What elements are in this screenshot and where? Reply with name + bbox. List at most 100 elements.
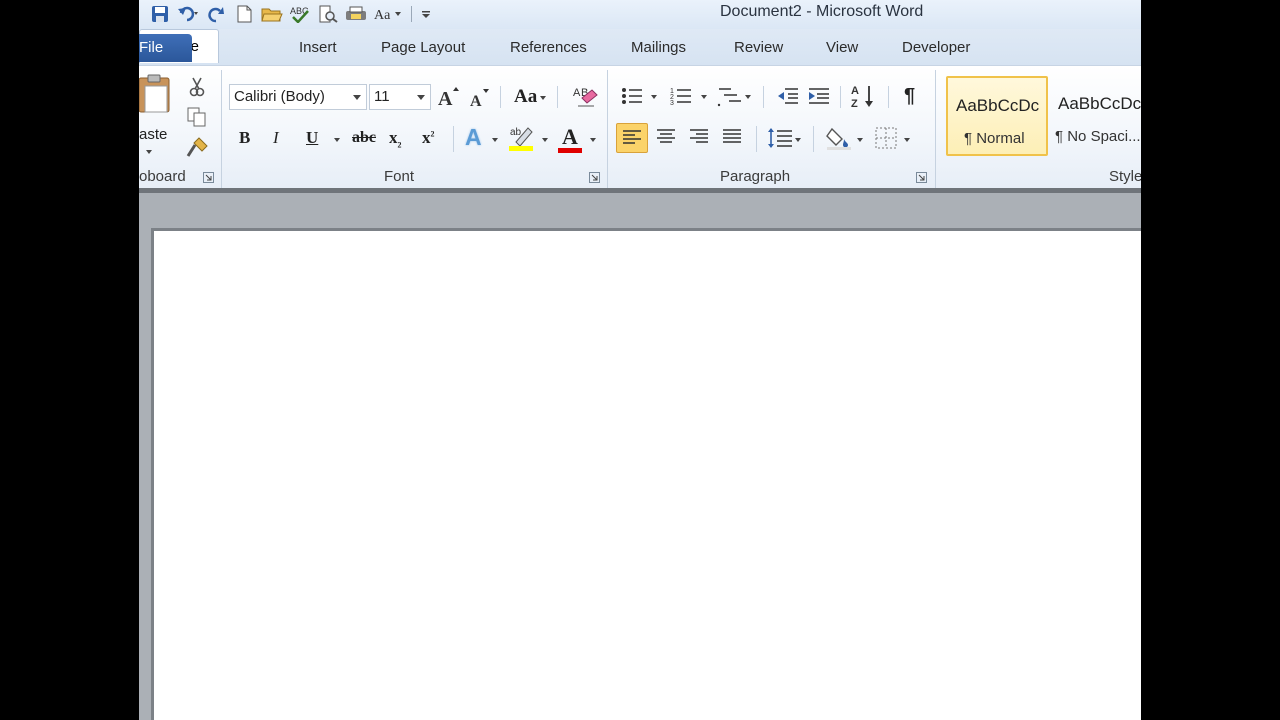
document-area (139, 188, 1141, 720)
line-spacing-icon[interactable] (766, 124, 794, 152)
paragraph-launcher-icon[interactable] (916, 172, 927, 183)
tab-view[interactable]: View (826, 39, 858, 56)
ribbon-home: aste oboard Calibri (Body) 11 A A Aa A B… (139, 65, 1141, 188)
title-bar: ABC Aa Document2 - Microsoft Word (139, 0, 1141, 29)
tab-developer[interactable]: Developer (902, 39, 970, 56)
bullets-icon[interactable] (620, 84, 644, 108)
spelling-icon[interactable]: ABC (289, 3, 311, 25)
clipboard-launcher-icon[interactable] (203, 172, 214, 183)
tab-file[interactable]: File (139, 34, 192, 62)
font-name-dropdown-arrow[interactable] (353, 95, 361, 100)
strikethrough-button[interactable]: abc (352, 129, 376, 147)
toolbar-separator (557, 86, 558, 108)
align-center-icon[interactable] (653, 124, 679, 150)
ribbon-tabs: File Home Insert Page Layout References … (139, 29, 1141, 65)
paste-icon[interactable] (139, 74, 173, 114)
clear-formatting-icon[interactable]: AB (572, 84, 598, 110)
styles-group-label: Style (1109, 168, 1141, 185)
tab-review[interactable]: Review (734, 39, 783, 56)
open-icon[interactable] (261, 3, 283, 25)
underline-button[interactable]: U (306, 128, 318, 148)
change-case-dropdown-arrow[interactable] (540, 96, 546, 100)
svg-text:A: A (573, 87, 581, 99)
superscript-label: x (422, 128, 431, 147)
sort-icon[interactable]: AZ (850, 82, 878, 110)
text-effects-dropdown-arrow[interactable] (492, 138, 498, 142)
style-sample: AaBbCcDc (1058, 94, 1141, 113)
shading-icon[interactable] (825, 124, 853, 152)
svg-text:A: A (438, 88, 453, 109)
numbering-dropdown-arrow[interactable] (701, 95, 707, 99)
align-left-button[interactable] (616, 123, 648, 153)
decrease-indent-icon[interactable] (776, 84, 800, 108)
document-page[interactable] (151, 228, 1141, 720)
style-name: ¶ No Spaci... (1055, 128, 1141, 145)
tab-mailings[interactable]: Mailings (631, 39, 686, 56)
superscript-button[interactable]: x2 (422, 128, 435, 148)
customize-icon[interactable] (420, 3, 432, 25)
grow-font-icon[interactable]: A (435, 84, 461, 110)
change-case-button[interactable]: Aa (514, 86, 537, 108)
italic-button[interactable]: I (273, 128, 279, 148)
show-hide-button[interactable]: ¶ (904, 85, 915, 108)
font-size-dropdown-arrow[interactable] (417, 95, 425, 100)
underline-dropdown-arrow[interactable] (334, 138, 340, 142)
increase-indent-icon[interactable] (807, 84, 831, 108)
cut-icon[interactable] (186, 76, 208, 98)
toolbar-separator (756, 126, 757, 152)
subscript-mark: 2 (397, 140, 402, 150)
save-icon[interactable] (149, 3, 171, 25)
group-separator (607, 70, 608, 188)
style-no-spacing[interactable]: AaBbCcDc ¶ No Spaci... (1050, 76, 1141, 156)
toolbar-separator (888, 86, 889, 108)
tab-page-layout[interactable]: Page Layout (381, 39, 465, 56)
borders-dropdown-arrow[interactable] (904, 138, 910, 142)
tab-references[interactable]: References (510, 39, 587, 56)
format-painter-icon[interactable] (185, 136, 209, 160)
quick-print-icon[interactable] (345, 3, 367, 25)
subscript-button[interactable]: x2 (389, 128, 402, 149)
svg-text:ab: ab (510, 127, 522, 138)
bullets-dropdown-arrow[interactable] (651, 95, 657, 99)
bold-button[interactable]: B (239, 128, 250, 148)
redo-icon[interactable] (205, 3, 227, 25)
tab-insert[interactable]: Insert (299, 39, 337, 56)
undo-icon[interactable] (177, 3, 199, 25)
justify-icon[interactable] (719, 124, 745, 150)
svg-text:Aa: Aa (374, 8, 391, 23)
multilevel-list-dropdown-arrow[interactable] (745, 95, 751, 99)
toolbar-separator (813, 126, 814, 152)
style-normal[interactable]: AaBbCcDc ¶ Normal (946, 76, 1048, 156)
shading-dropdown-arrow[interactable] (857, 138, 863, 142)
copy-icon[interactable] (185, 106, 209, 128)
align-right-icon[interactable] (686, 124, 712, 150)
numbering-icon[interactable]: 123 (669, 84, 693, 108)
highlight-dropdown-arrow[interactable] (542, 138, 548, 142)
quick-access-toolbar: ABC Aa (149, 2, 432, 26)
toolbar-separator (500, 86, 501, 108)
tab-file-label: File (139, 39, 164, 56)
font-color-button[interactable]: A (562, 124, 578, 150)
superscript-mark: 2 (430, 129, 435, 139)
subscript-label: x (389, 128, 398, 147)
font-icon[interactable]: Aa (373, 3, 403, 25)
paste-dropdown-arrow[interactable] (146, 150, 152, 154)
font-launcher-icon[interactable] (589, 172, 600, 183)
style-name: ¶ Normal (964, 130, 1025, 147)
font-color-bar (558, 148, 582, 153)
paste-button[interactable]: aste (139, 126, 167, 143)
font-group-label: Font (384, 168, 415, 185)
svg-text:A: A (851, 85, 859, 97)
new-document-icon[interactable] (233, 3, 255, 25)
shrink-font-icon[interactable]: A (467, 86, 491, 110)
print-preview-icon[interactable] (317, 3, 339, 25)
multilevel-list-icon[interactable] (717, 84, 743, 110)
line-spacing-dropdown-arrow[interactable] (795, 138, 801, 142)
style-sample: AaBbCcDc (956, 96, 1040, 115)
font-size-combo[interactable]: 11 (369, 84, 431, 110)
text-effects-button[interactable]: A (465, 124, 482, 151)
font-name-combo[interactable]: Calibri (Body) (229, 84, 367, 110)
highlight-icon[interactable]: ab (508, 124, 536, 152)
font-color-dropdown-arrow[interactable] (590, 138, 596, 142)
borders-icon[interactable] (874, 126, 898, 150)
